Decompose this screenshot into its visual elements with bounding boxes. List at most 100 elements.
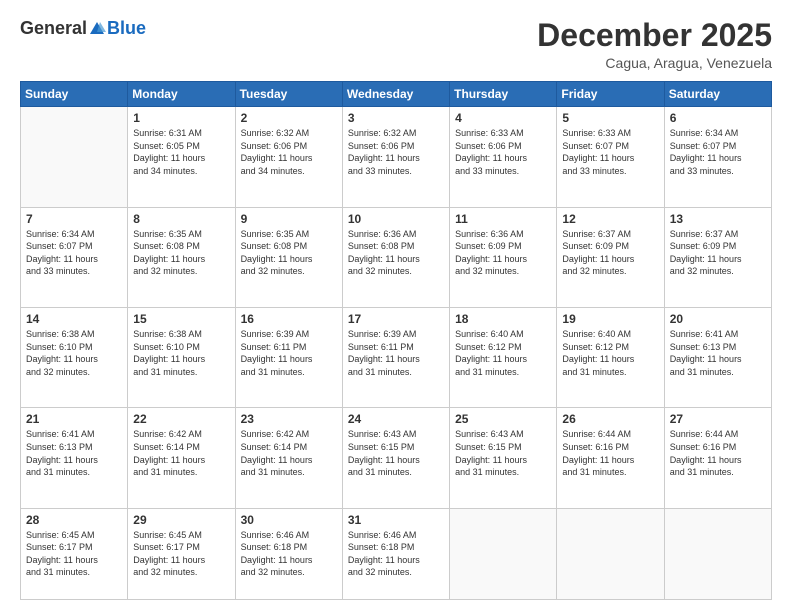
calendar-cell bbox=[450, 508, 557, 599]
day-number: 1 bbox=[133, 111, 229, 125]
calendar-cell: 30Sunrise: 6:46 AM Sunset: 6:18 PM Dayli… bbox=[235, 508, 342, 599]
day-number: 31 bbox=[348, 513, 444, 527]
calendar-cell bbox=[557, 508, 664, 599]
calendar-cell: 18 Sunrise: 6:40 AM Sunset: 6:12 PM Dayli… bbox=[450, 307, 557, 407]
calendar-cell: 1Sunrise: 6:31 AM Sunset: 6:05 PM Daylig… bbox=[128, 107, 235, 207]
day-number: 11 bbox=[455, 212, 551, 226]
calendar-header-thursday: Thursday bbox=[450, 82, 557, 107]
day-info: Sunrise: 6:37 AM Sunset: 6:09 PM Dayligh… bbox=[670, 228, 766, 278]
calendar-cell: 24 Sunrise: 6:43 AM Sunset: 6:15 PM Dayli… bbox=[342, 408, 449, 508]
day-number: 3 bbox=[348, 111, 444, 125]
calendar-week-3: 14 Sunrise: 6:38 AM Sunset: 6:10 PM Dayli… bbox=[21, 307, 772, 407]
day-info: Sunrise: 6:46 AM Sunset: 6:18 PM Dayligh… bbox=[348, 529, 444, 579]
calendar-header-tuesday: Tuesday bbox=[235, 82, 342, 107]
calendar-cell: 19Sunrise: 6:40 AM Sunset: 6:12 PM Dayli… bbox=[557, 307, 664, 407]
month-title: December 2025 bbox=[537, 18, 772, 53]
day-info: Sunrise: 6:44 AM Sunset: 6:16 PM Dayligh… bbox=[670, 428, 766, 478]
day-info: Sunrise: 6:33 AM Sunset: 6:07 PM Dayligh… bbox=[562, 127, 658, 177]
day-number: 8 bbox=[133, 212, 229, 226]
calendar-cell: 26 Sunrise: 6:44 AM Sunset: 6:16 PM Dayli… bbox=[557, 408, 664, 508]
calendar-cell: 8 Sunrise: 6:35 AM Sunset: 6:08 PM Daylig… bbox=[128, 207, 235, 307]
title-block: December 2025 Cagua, Aragua, Venezuela bbox=[537, 18, 772, 71]
logo-general-text: General bbox=[20, 18, 87, 39]
day-info: Sunrise: 6:36 AM Sunset: 6:08 PM Dayligh… bbox=[348, 228, 444, 278]
day-number: 26 bbox=[562, 412, 658, 426]
day-info: Sunrise: 6:40 AM Sunset: 6:12 PM Dayligh… bbox=[455, 328, 551, 378]
day-info: Sunrise: 6:33 AM Sunset: 6:06 PM Dayligh… bbox=[455, 127, 551, 177]
day-info: Sunrise: 6:41 AM Sunset: 6:13 PM Dayligh… bbox=[670, 328, 766, 378]
calendar-cell: 29Sunrise: 6:45 AM Sunset: 6:17 PM Dayli… bbox=[128, 508, 235, 599]
logo: General Blue bbox=[20, 18, 146, 39]
logo-icon bbox=[88, 20, 106, 38]
calendar-header-friday: Friday bbox=[557, 82, 664, 107]
calendar-cell: 7Sunrise: 6:34 AM Sunset: 6:07 PM Daylig… bbox=[21, 207, 128, 307]
day-number: 27 bbox=[670, 412, 766, 426]
day-info: Sunrise: 6:35 AM Sunset: 6:08 PM Dayligh… bbox=[241, 228, 337, 278]
calendar-cell bbox=[21, 107, 128, 207]
day-number: 21 bbox=[26, 412, 122, 426]
calendar-cell: 16Sunrise: 6:39 AM Sunset: 6:11 PM Dayli… bbox=[235, 307, 342, 407]
calendar-cell: 21 Sunrise: 6:41 AM Sunset: 6:13 PM Dayli… bbox=[21, 408, 128, 508]
day-info: Sunrise: 6:39 AM Sunset: 6:11 PM Dayligh… bbox=[348, 328, 444, 378]
calendar-header-saturday: Saturday bbox=[664, 82, 771, 107]
calendar-cell: 25 Sunrise: 6:43 AM Sunset: 6:15 PM Dayli… bbox=[450, 408, 557, 508]
day-info: Sunrise: 6:38 AM Sunset: 6:10 PM Dayligh… bbox=[133, 328, 229, 378]
day-number: 2 bbox=[241, 111, 337, 125]
day-number: 6 bbox=[670, 111, 766, 125]
calendar-header-row: SundayMondayTuesdayWednesdayThursdayFrid… bbox=[21, 82, 772, 107]
calendar-cell: 15 Sunrise: 6:38 AM Sunset: 6:10 PM Dayli… bbox=[128, 307, 235, 407]
calendar-cell: 28Sunrise: 6:45 AM Sunset: 6:17 PM Dayli… bbox=[21, 508, 128, 599]
calendar-cell bbox=[664, 508, 771, 599]
page: General Blue December 2025 Cagua, Aragua… bbox=[0, 0, 792, 612]
day-info: Sunrise: 6:36 AM Sunset: 6:09 PM Dayligh… bbox=[455, 228, 551, 278]
calendar-cell: 10 Sunrise: 6:36 AM Sunset: 6:08 PM Dayli… bbox=[342, 207, 449, 307]
day-info: Sunrise: 6:43 AM Sunset: 6:15 PM Dayligh… bbox=[455, 428, 551, 478]
calendar-week-1: 1Sunrise: 6:31 AM Sunset: 6:05 PM Daylig… bbox=[21, 107, 772, 207]
calendar-cell: 23Sunrise: 6:42 AM Sunset: 6:14 PM Dayli… bbox=[235, 408, 342, 508]
day-number: 10 bbox=[348, 212, 444, 226]
day-number: 18 bbox=[455, 312, 551, 326]
calendar-cell: 14 Sunrise: 6:38 AM Sunset: 6:10 PM Dayli… bbox=[21, 307, 128, 407]
day-info: Sunrise: 6:41 AM Sunset: 6:13 PM Dayligh… bbox=[26, 428, 122, 478]
day-number: 13 bbox=[670, 212, 766, 226]
calendar-cell: 9 Sunrise: 6:35 AM Sunset: 6:08 PM Daylig… bbox=[235, 207, 342, 307]
header: General Blue December 2025 Cagua, Aragua… bbox=[20, 18, 772, 71]
day-info: Sunrise: 6:44 AM Sunset: 6:16 PM Dayligh… bbox=[562, 428, 658, 478]
day-number: 30 bbox=[241, 513, 337, 527]
day-number: 14 bbox=[26, 312, 122, 326]
day-info: Sunrise: 6:45 AM Sunset: 6:17 PM Dayligh… bbox=[26, 529, 122, 579]
calendar-cell: 5 Sunrise: 6:33 AM Sunset: 6:07 PM Daylig… bbox=[557, 107, 664, 207]
calendar-cell: 6 Sunrise: 6:34 AM Sunset: 6:07 PM Daylig… bbox=[664, 107, 771, 207]
calendar-table: SundayMondayTuesdayWednesdayThursdayFrid… bbox=[20, 81, 772, 600]
day-number: 25 bbox=[455, 412, 551, 426]
day-info: Sunrise: 6:34 AM Sunset: 6:07 PM Dayligh… bbox=[26, 228, 122, 278]
day-number: 5 bbox=[562, 111, 658, 125]
day-info: Sunrise: 6:32 AM Sunset: 6:06 PM Dayligh… bbox=[241, 127, 337, 177]
day-info: Sunrise: 6:37 AM Sunset: 6:09 PM Dayligh… bbox=[562, 228, 658, 278]
day-number: 23 bbox=[241, 412, 337, 426]
location: Cagua, Aragua, Venezuela bbox=[537, 55, 772, 71]
day-number: 15 bbox=[133, 312, 229, 326]
calendar-cell: 11 Sunrise: 6:36 AM Sunset: 6:09 PM Dayli… bbox=[450, 207, 557, 307]
day-number: 9 bbox=[241, 212, 337, 226]
day-info: Sunrise: 6:40 AM Sunset: 6:12 PM Dayligh… bbox=[562, 328, 658, 378]
day-info: Sunrise: 6:34 AM Sunset: 6:07 PM Dayligh… bbox=[670, 127, 766, 177]
day-number: 17 bbox=[348, 312, 444, 326]
day-info: Sunrise: 6:35 AM Sunset: 6:08 PM Dayligh… bbox=[133, 228, 229, 278]
calendar-header-wednesday: Wednesday bbox=[342, 82, 449, 107]
day-info: Sunrise: 6:38 AM Sunset: 6:10 PM Dayligh… bbox=[26, 328, 122, 378]
calendar-cell: 2 Sunrise: 6:32 AM Sunset: 6:06 PM Daylig… bbox=[235, 107, 342, 207]
day-number: 4 bbox=[455, 111, 551, 125]
calendar-cell: 12 Sunrise: 6:37 AM Sunset: 6:09 PM Dayli… bbox=[557, 207, 664, 307]
calendar-cell: 3Sunrise: 6:32 AM Sunset: 6:06 PM Daylig… bbox=[342, 107, 449, 207]
logo-blue-text: Blue bbox=[107, 18, 146, 39]
calendar-cell: 20Sunrise: 6:41 AM Sunset: 6:13 PM Dayli… bbox=[664, 307, 771, 407]
day-info: Sunrise: 6:43 AM Sunset: 6:15 PM Dayligh… bbox=[348, 428, 444, 478]
calendar-cell: 13 Sunrise: 6:37 AM Sunset: 6:09 PM Dayli… bbox=[664, 207, 771, 307]
day-number: 12 bbox=[562, 212, 658, 226]
day-number: 16 bbox=[241, 312, 337, 326]
calendar-cell: 4 Sunrise: 6:33 AM Sunset: 6:06 PM Daylig… bbox=[450, 107, 557, 207]
calendar-header-monday: Monday bbox=[128, 82, 235, 107]
day-number: 24 bbox=[348, 412, 444, 426]
calendar-cell: 17 Sunrise: 6:39 AM Sunset: 6:11 PM Dayli… bbox=[342, 307, 449, 407]
